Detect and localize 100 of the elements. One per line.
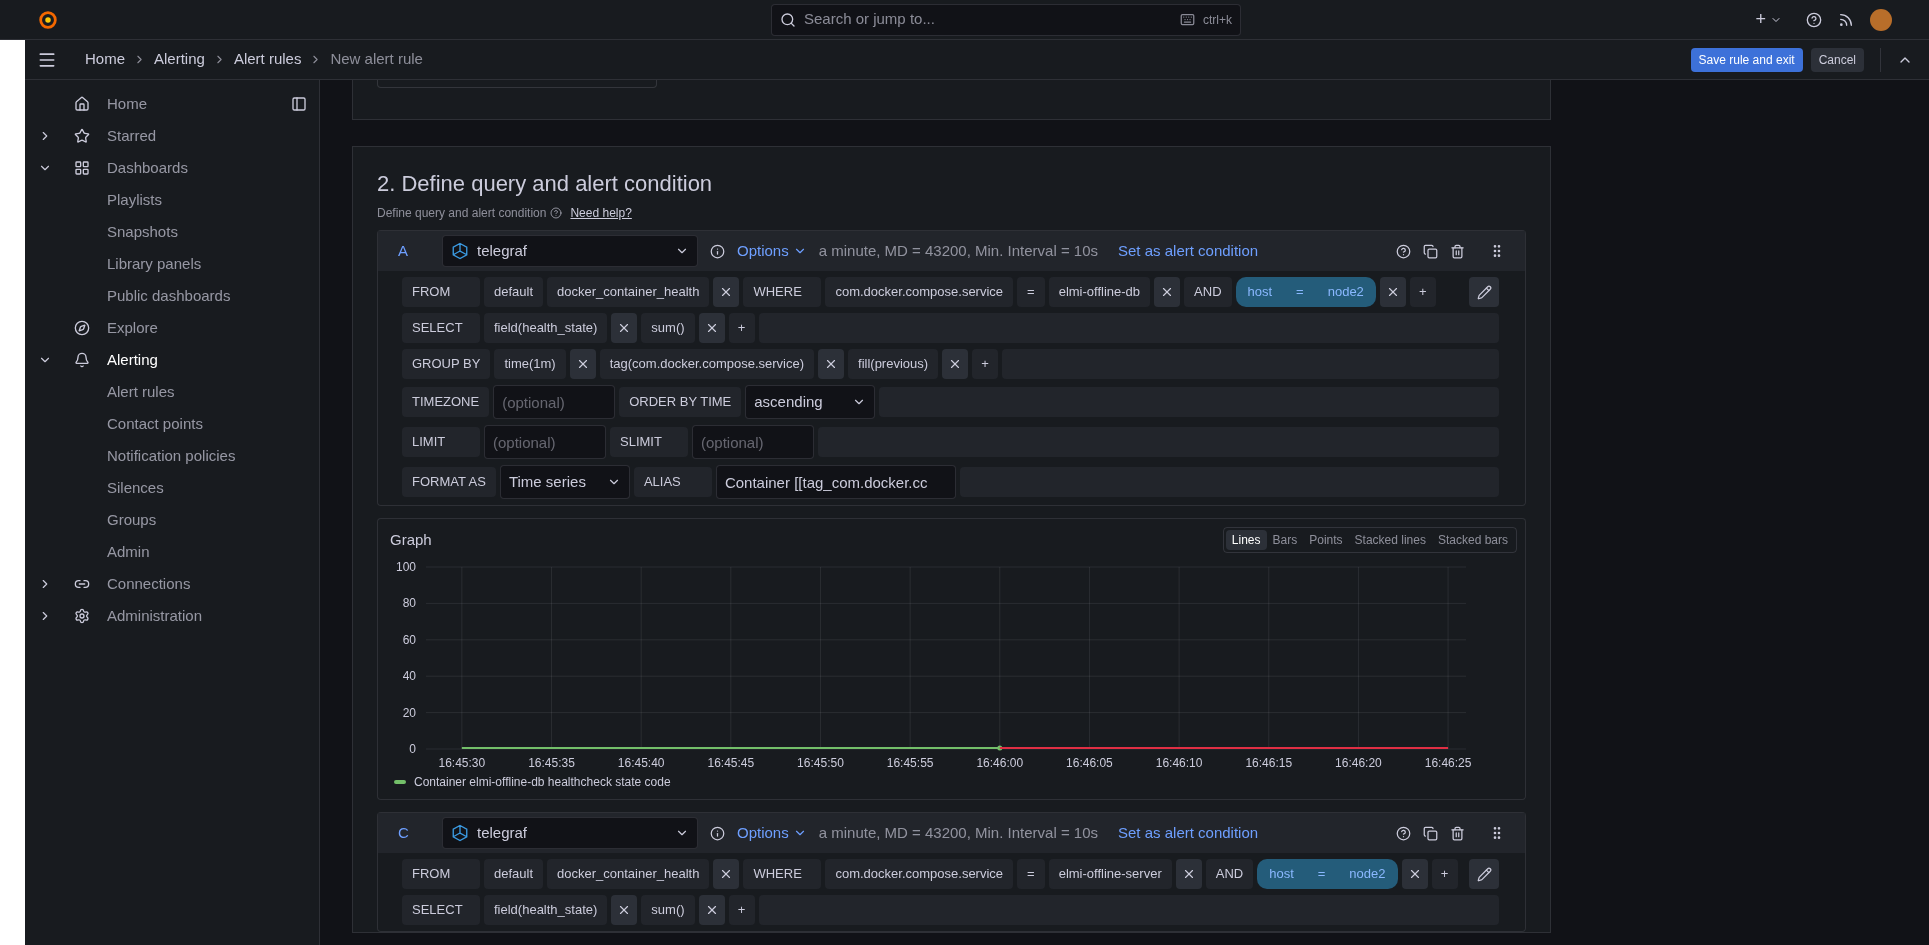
sidebar-subitem[interactable]: Groups bbox=[107, 508, 157, 532]
input-field[interactable] bbox=[377, 80, 657, 88]
legend-label[interactable]: Container elmi-offline-db healthcheck state code bbox=[414, 773, 671, 791]
delete-icon[interactable] bbox=[1450, 243, 1465, 259]
query-segment[interactable]: com.docker.compose.service bbox=[825, 859, 1014, 889]
keyword-label: FROM bbox=[402, 859, 480, 889]
tag-filter[interactable]: host = node2 bbox=[1257, 859, 1398, 889]
graph-mode-tab[interactable]: Lines bbox=[1225, 530, 1267, 550]
input-field[interactable]: (optional) bbox=[692, 425, 814, 459]
breadcrumb[interactable]: New alert rule bbox=[330, 48, 423, 71]
remove-button[interactable] bbox=[1175, 859, 1202, 889]
graph-mode-tab[interactable]: Points bbox=[1303, 530, 1349, 550]
input-field[interactable]: (optional) bbox=[493, 385, 616, 419]
remove-button[interactable] bbox=[942, 349, 969, 379]
help-link[interactable]: Need help? bbox=[570, 204, 632, 222]
sidebar-subitem[interactable]: Public dashboards bbox=[107, 284, 231, 308]
news-icon[interactable] bbox=[1838, 11, 1854, 28]
remove-button[interactable] bbox=[698, 895, 725, 925]
remove-button[interactable] bbox=[1379, 277, 1406, 307]
set-condition-link[interactable]: Set as alert condition bbox=[1118, 239, 1259, 263]
remove-button[interactable] bbox=[713, 277, 740, 307]
query-segment[interactable]: field(health_state) bbox=[484, 895, 608, 925]
duplicate-icon[interactable] bbox=[1423, 243, 1438, 259]
edit-button[interactable] bbox=[1469, 277, 1499, 307]
query-segment[interactable]: default bbox=[484, 277, 544, 307]
graph-mode-tab[interactable]: Bars bbox=[1266, 530, 1304, 550]
query-segment[interactable]: AND bbox=[1184, 277, 1232, 307]
query-segment[interactable]: fill(previous) bbox=[848, 349, 939, 379]
remove-button[interactable] bbox=[818, 349, 845, 379]
logo-icon[interactable] bbox=[37, 8, 59, 31]
remove-button[interactable] bbox=[713, 859, 740, 889]
remove-button[interactable] bbox=[1154, 277, 1181, 307]
sidebar-item[interactable]: Explore bbox=[107, 316, 158, 340]
sidebar-subitem[interactable]: Silences bbox=[107, 476, 164, 500]
sidebar-item[interactable]: Starred bbox=[107, 124, 157, 148]
remove-button[interactable] bbox=[698, 313, 725, 343]
query-segment[interactable]: field(health_state) bbox=[484, 313, 608, 343]
breadcrumb[interactable]: Home bbox=[85, 48, 125, 71]
datasource-select[interactable]: telegraf bbox=[442, 235, 698, 267]
query-segment[interactable]: sum() bbox=[641, 895, 695, 925]
sidebar-subitem[interactable]: Alert rules bbox=[107, 380, 175, 404]
sidebar-item[interactable]: Alerting bbox=[107, 348, 158, 372]
search-field[interactable]: Search or jump to... ctrl+k bbox=[771, 3, 1241, 36]
query-segment[interactable]: docker_container_health bbox=[547, 859, 710, 889]
new-button[interactable]: + bbox=[1755, 6, 1782, 33]
options-button[interactable]: Options bbox=[737, 821, 807, 845]
query-segment[interactable]: docker_container_health bbox=[547, 277, 710, 307]
select-field[interactable]: ascending bbox=[745, 385, 876, 419]
query-segment[interactable]: AND bbox=[1205, 859, 1254, 889]
add-button[interactable]: + bbox=[1431, 859, 1458, 889]
breadcrumb[interactable]: Alert rules bbox=[233, 48, 302, 71]
sidebar-subitem[interactable]: Contact points bbox=[107, 412, 203, 436]
add-button[interactable]: + bbox=[728, 313, 755, 343]
sidebar-subitem[interactable]: Notification policies bbox=[107, 444, 236, 468]
datasource-select[interactable]: telegraf bbox=[442, 817, 698, 849]
query-segment[interactable]: elmi-offline-server bbox=[1048, 859, 1172, 889]
sidebar-item[interactable]: Administration bbox=[107, 604, 203, 628]
tag-filter[interactable]: host = node2 bbox=[1235, 277, 1376, 307]
graph-mode-tab[interactable]: Stacked lines bbox=[1348, 530, 1432, 550]
help-icon[interactable] bbox=[1806, 11, 1822, 28]
help-icon[interactable] bbox=[1396, 825, 1411, 841]
query-ref[interactable]: C bbox=[390, 821, 430, 845]
avatar[interactable] bbox=[1870, 8, 1892, 31]
query-segment[interactable]: = bbox=[1017, 859, 1045, 889]
remove-button[interactable] bbox=[1401, 859, 1428, 889]
graph-mode-tab[interactable]: Stacked bars bbox=[1431, 530, 1514, 550]
remove-button[interactable] bbox=[611, 895, 638, 925]
query-segment[interactable]: default bbox=[484, 859, 544, 889]
sidebar-subitem[interactable]: Snapshots bbox=[107, 220, 178, 244]
cancel-button[interactable]: Cancel bbox=[1810, 47, 1864, 72]
sidebar-item[interactable]: Dashboards bbox=[107, 156, 188, 180]
sidebar-item[interactable]: Home bbox=[107, 92, 147, 116]
delete-icon[interactable] bbox=[1450, 825, 1465, 841]
add-button[interactable]: + bbox=[728, 895, 755, 925]
input-field[interactable]: (optional) bbox=[484, 425, 606, 459]
set-condition-link[interactable]: Set as alert condition bbox=[1118, 821, 1259, 845]
dock-menu-icon[interactable] bbox=[291, 96, 307, 112]
query-segment[interactable]: com.docker.compose.service bbox=[825, 277, 1014, 307]
help-icon[interactable] bbox=[1396, 243, 1411, 259]
sidebar-item[interactable]: Connections bbox=[107, 572, 191, 596]
query-ref[interactable]: A bbox=[390, 239, 430, 263]
remove-button[interactable] bbox=[569, 349, 596, 379]
query-segment[interactable]: tag(com.docker.compose.service) bbox=[599, 349, 815, 379]
duplicate-icon[interactable] bbox=[1423, 825, 1438, 841]
add-button[interactable]: + bbox=[972, 349, 999, 379]
edit-button[interactable] bbox=[1469, 859, 1499, 889]
sidebar-subitem[interactable]: Library panels bbox=[107, 252, 202, 276]
add-button[interactable]: + bbox=[1409, 277, 1436, 307]
query-segment[interactable]: = bbox=[1017, 277, 1045, 307]
options-button[interactable]: Options bbox=[737, 239, 807, 263]
breadcrumb[interactable]: Alerting bbox=[154, 48, 205, 71]
remove-button[interactable] bbox=[611, 313, 638, 343]
sidebar-subitem[interactable]: Playlists bbox=[107, 188, 162, 212]
save-button[interactable]: Save rule and exit bbox=[1690, 47, 1803, 72]
sidebar-subitem[interactable]: Admin bbox=[107, 540, 150, 564]
query-segment[interactable]: time(1m) bbox=[494, 349, 566, 379]
query-segment[interactable]: sum() bbox=[641, 313, 695, 343]
query-segment[interactable]: elmi-offline-db bbox=[1048, 277, 1151, 307]
input-field[interactable]: Container [[tag_com.docker.cc bbox=[715, 465, 956, 499]
select-field[interactable]: Time series bbox=[499, 465, 630, 499]
